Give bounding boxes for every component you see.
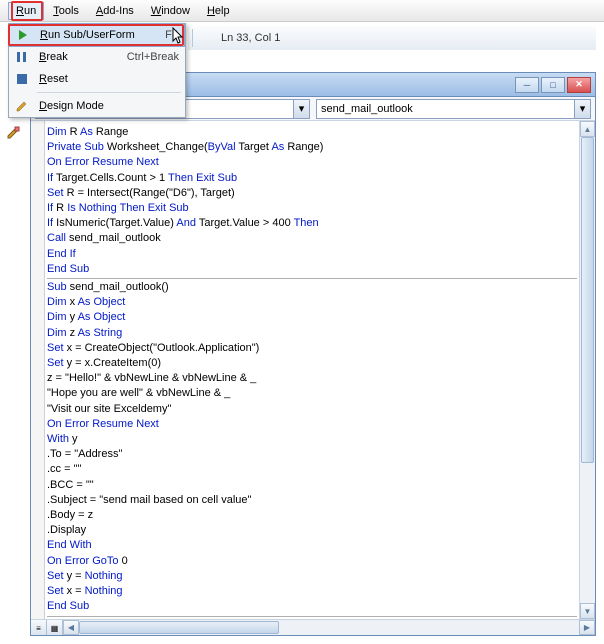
code-line[interactable]: End Sub bbox=[47, 599, 577, 614]
menu-separator bbox=[37, 92, 181, 93]
code-line[interactable]: Private Sub Worksheet_Change(ByVal Targe… bbox=[47, 140, 577, 155]
menu-item-reset[interactable]: Reset bbox=[9, 68, 185, 90]
code-line[interactable]: .BCC = "" bbox=[47, 478, 577, 493]
code-text-area[interactable]: Dim R As RangePrivate Sub Worksheet_Chan… bbox=[45, 121, 579, 619]
run-dropdown-menu[interactable]: Run Sub/UserForm F5 Break Ctrl+Break Reset De… bbox=[8, 23, 186, 118]
menu-run[interactable]: Run bbox=[8, 2, 44, 20]
code-line[interactable]: Call send_mail_outlook bbox=[47, 231, 577, 246]
code-line[interactable]: End If bbox=[47, 247, 577, 262]
menu-item-label: Design Mode bbox=[39, 100, 171, 112]
code-line[interactable]: Dim x As Object bbox=[47, 295, 577, 310]
procedure-selector[interactable]: send_mail_outlook ▾ bbox=[316, 99, 591, 119]
cursor-position: Ln 33, Col 1 bbox=[197, 32, 280, 44]
code-line[interactable]: Dim R As Range bbox=[47, 125, 577, 140]
code-line[interactable]: Dim z As String bbox=[47, 326, 577, 341]
chevron-down-icon[interactable]: ▾ bbox=[574, 100, 590, 118]
minimize-button[interactable]: ─ bbox=[515, 77, 539, 93]
code-window: xlsm - Module1 (Code) ─ □ ✕ ▾ send_mail_… bbox=[30, 72, 596, 636]
procedure-view-icon[interactable]: ≡ bbox=[31, 620, 47, 635]
chevron-down-icon[interactable]: ▾ bbox=[293, 100, 309, 118]
menubar[interactable]: RunToolsAdd-InsWindowHelp bbox=[0, 0, 604, 22]
hscroll-thumb[interactable] bbox=[79, 621, 279, 634]
code-line[interactable]: .Subject = "send mail based on cell valu… bbox=[47, 493, 577, 508]
code-line[interactable]: .Body = z bbox=[47, 508, 577, 523]
design-icon bbox=[13, 100, 31, 112]
menu-window[interactable]: Window bbox=[143, 2, 198, 20]
menu-shortcut: Ctrl+Break bbox=[127, 51, 179, 63]
code-line[interactable]: .To = "Address" bbox=[47, 447, 577, 462]
code-line[interactable]: Dim y As Object bbox=[47, 310, 577, 325]
code-line[interactable]: On Error GoTo 0 bbox=[47, 554, 577, 569]
scroll-right-icon[interactable]: ▶ bbox=[579, 620, 595, 635]
menu-item-break[interactable]: Break Ctrl+Break bbox=[9, 46, 185, 68]
menu-add-ins[interactable]: Add-Ins bbox=[88, 2, 142, 20]
code-line[interactable]: If IsNumeric(Target.Value) And Target.Va… bbox=[47, 216, 577, 231]
code-line[interactable]: End Sub bbox=[47, 262, 577, 277]
code-line[interactable]: If R Is Nothing Then Exit Sub bbox=[47, 201, 577, 216]
break-icon bbox=[13, 52, 31, 62]
toolbar-secondary: Ln 33, Col 1 bbox=[188, 26, 596, 50]
menu-item-run-sub-userform[interactable]: Run Sub/UserForm F5 bbox=[9, 23, 185, 47]
code-line[interactable]: Sub send_mail_outlook() bbox=[47, 280, 577, 295]
design-mode-icon[interactable] bbox=[2, 122, 24, 144]
scroll-left-icon[interactable]: ◀ bbox=[63, 620, 79, 635]
code-gutter bbox=[31, 121, 45, 635]
menu-shortcut: F5 bbox=[165, 29, 178, 41]
maximize-button[interactable]: □ bbox=[541, 77, 565, 93]
code-line[interactable]: End With bbox=[47, 538, 577, 553]
code-line[interactable]: If Target.Cells.Count > 1 Then Exit Sub bbox=[47, 171, 577, 186]
code-line[interactable]: Set x = CreateObject("Outlook.Applicatio… bbox=[47, 341, 577, 356]
code-line[interactable]: On Error Resume Next bbox=[47, 417, 577, 432]
close-button[interactable]: ✕ bbox=[567, 77, 591, 93]
code-line[interactable]: Set y = Nothing bbox=[47, 569, 577, 584]
code-line[interactable]: Set y = x.CreateItem(0) bbox=[47, 356, 577, 371]
code-line[interactable]: .cc = "" bbox=[47, 462, 577, 477]
scroll-thumb[interactable] bbox=[581, 137, 594, 463]
menu-item-label: Reset bbox=[39, 73, 171, 85]
vertical-scrollbar[interactable]: ▲ ▼ bbox=[579, 121, 595, 619]
code-line[interactable]: Set R = Intersect(Range("D6"), Target) bbox=[47, 186, 577, 201]
code-line[interactable]: Set x = Nothing bbox=[47, 584, 577, 599]
horizontal-scrollbar[interactable]: ≡ ▦ ◀ ▶ bbox=[31, 619, 595, 635]
menu-tools[interactable]: Tools bbox=[45, 2, 87, 20]
code-line[interactable]: With y bbox=[47, 432, 577, 447]
play-icon bbox=[14, 30, 32, 40]
scroll-down-icon[interactable]: ▼ bbox=[580, 603, 595, 619]
procedure-selector-value: send_mail_outlook bbox=[321, 103, 413, 115]
code-line[interactable]: On Error Resume Next bbox=[47, 155, 577, 170]
menu-item-design-mode[interactable]: Design Mode bbox=[9, 95, 185, 117]
full-module-view-icon[interactable]: ▦ bbox=[47, 620, 63, 635]
code-line[interactable]: z = "Hello!" & vbNewLine & vbNewLine & _ bbox=[47, 371, 577, 386]
menu-help[interactable]: Help bbox=[199, 2, 238, 20]
menu-item-label: Run Sub/UserForm bbox=[40, 29, 157, 41]
code-line[interactable]: "Visit our site Exceldemy" bbox=[47, 402, 577, 417]
menu-item-label: Break bbox=[39, 51, 119, 63]
code-editor-body: Dim R As RangePrivate Sub Worksheet_Chan… bbox=[31, 121, 595, 635]
scroll-up-icon[interactable]: ▲ bbox=[580, 121, 595, 137]
code-line[interactable]: .Display bbox=[47, 523, 577, 538]
reset-icon bbox=[13, 74, 31, 84]
code-line[interactable]: "Hope you are well" & vbNewLine & _ bbox=[47, 386, 577, 401]
